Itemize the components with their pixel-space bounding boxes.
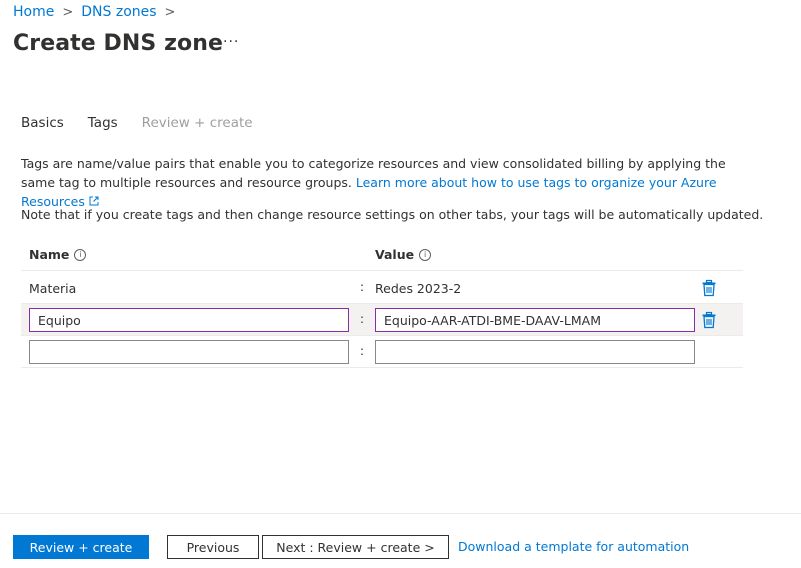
tab-review-create: Review + create	[141, 115, 253, 131]
colon-separator: :	[360, 344, 365, 358]
chevron-right-icon: >	[62, 4, 74, 20]
delete-icon[interactable]	[700, 311, 718, 329]
name-header-label: Name	[29, 247, 70, 262]
tag-name-input[interactable]	[29, 308, 349, 332]
colon-separator: :	[360, 312, 365, 326]
chevron-right-icon: >	[164, 4, 176, 20]
external-link-icon	[89, 196, 99, 206]
download-template-link[interactable]: Download a template for automation	[458, 539, 689, 554]
breadcrumb: Home > DNS zones >	[13, 4, 183, 20]
name-column-header: Name i	[29, 247, 87, 262]
table-row: :	[21, 336, 743, 368]
tags-table: Name i Value i Materia : Redes 2023-2 :	[21, 239, 743, 368]
delete-icon[interactable]	[700, 279, 718, 297]
table-header: Name i Value i	[21, 239, 743, 271]
tab-list: Basics Tags Review + create	[21, 115, 277, 137]
more-options-icon[interactable]: ···	[223, 34, 239, 50]
table-row: Materia : Redes 2023-2	[21, 272, 743, 304]
tag-value-input[interactable]	[375, 308, 695, 332]
new-tag-name-input[interactable]	[29, 340, 349, 364]
tab-tags[interactable]: Tags	[88, 115, 118, 137]
tag-value[interactable]: Redes 2023-2	[375, 281, 461, 296]
tags-note: Note that if you create tags and then ch…	[21, 207, 764, 222]
breadcrumb-home-link[interactable]: Home	[13, 4, 54, 20]
info-icon[interactable]: i	[74, 248, 87, 261]
tab-basics[interactable]: Basics	[21, 115, 64, 137]
value-column-header: Value i	[375, 247, 432, 262]
tag-name[interactable]: Materia	[29, 281, 76, 296]
review-create-button[interactable]: Review + create	[13, 535, 149, 559]
new-tag-value-input[interactable]	[375, 340, 695, 364]
info-icon[interactable]: i	[419, 248, 432, 261]
page-title: Create DNS zone	[13, 31, 224, 56]
table-row: :	[21, 304, 743, 336]
footer-bar: Review + create Previous Next : Review +…	[0, 513, 801, 568]
value-header-label: Value	[375, 247, 415, 262]
colon-separator: :	[360, 280, 365, 294]
breadcrumb-dns-zones-link[interactable]: DNS zones	[81, 4, 156, 20]
previous-button[interactable]: Previous	[167, 535, 259, 559]
next-button[interactable]: Next : Review + create >	[262, 535, 449, 559]
tags-description: Tags are name/value pairs that enable yo…	[21, 154, 761, 211]
